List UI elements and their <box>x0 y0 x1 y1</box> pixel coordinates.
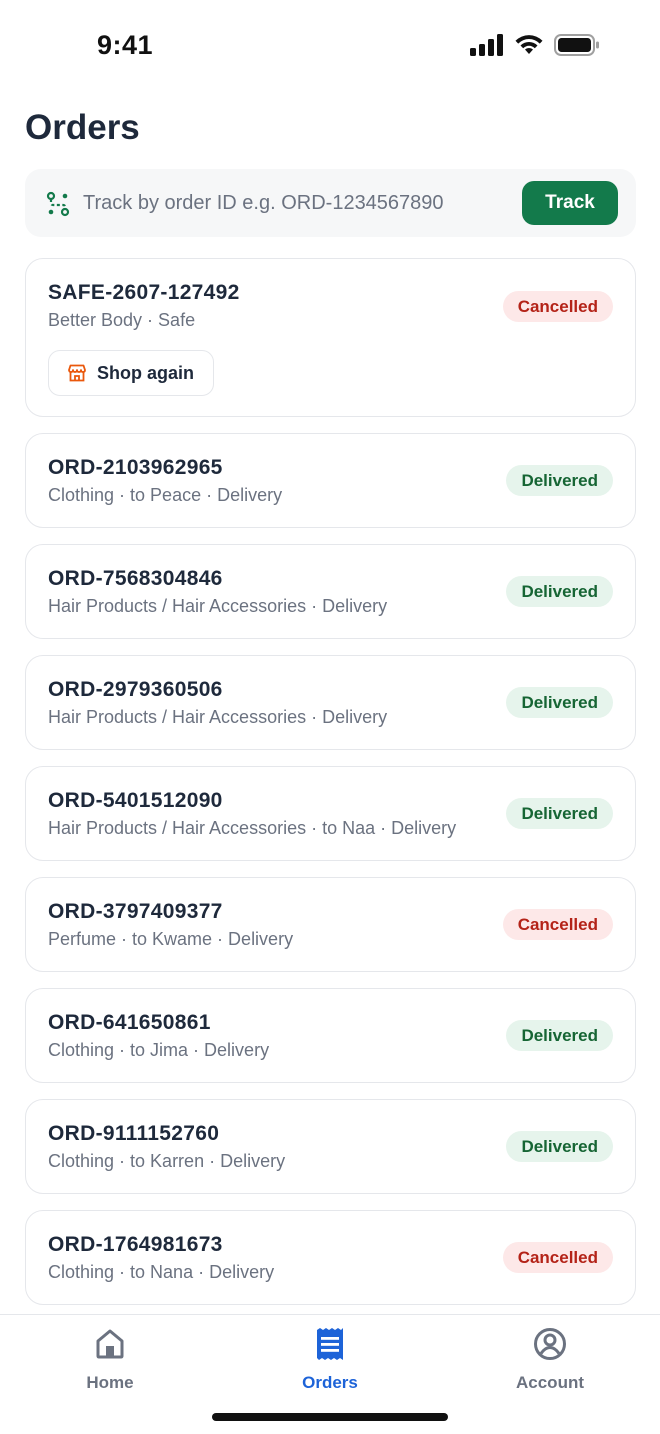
route-icon <box>46 191 70 217</box>
track-order-input[interactable] <box>83 183 503 223</box>
order-card[interactable]: ORD-2979360506 Hair Products / Hair Acce… <box>25 655 636 750</box>
order-card[interactable]: ORD-7568304846 Hair Products / Hair Acce… <box>25 544 636 639</box>
page-title: Orders <box>25 108 140 147</box>
order-subtitle: Better Body · Safe <box>48 310 196 330</box>
order-card[interactable]: ORD-3797409377 Perfume · to Kwame · Deli… <box>25 877 636 972</box>
order-card[interactable]: ORD-641650861 Clothing · to Jima · Deliv… <box>25 988 636 1083</box>
order-card[interactable]: ORD-2103962965 Clothing · to Peace · Del… <box>25 433 636 528</box>
nav-label-home: Home <box>86 1373 134 1392</box>
nav-label-orders: Orders <box>302 1373 358 1392</box>
home-icon <box>96 1329 124 1359</box>
wifi-icon <box>515 35 543 54</box>
status-icons <box>470 34 600 56</box>
order-id: ORD-641650861 <box>48 1011 211 1034</box>
status-badge: Delivered <box>506 798 613 829</box>
order-subtitle: Clothing · to Karren · Delivery <box>48 1151 286 1171</box>
nav-item-account[interactable]: Account <box>480 1327 620 1397</box>
order-id: SAFE-2607-127492 <box>48 281 240 304</box>
order-card[interactable]: ORD-9111152760 Clothing · to Karren · De… <box>25 1099 636 1194</box>
status-badge: Delivered <box>506 687 613 718</box>
nav-item-orders[interactable]: Orders <box>260 1327 400 1397</box>
order-id: ORD-3797409377 <box>48 900 223 923</box>
order-card[interactable]: SAFE-2607-127492 Better Body · Safe Canc… <box>25 258 636 417</box>
nav-item-home[interactable]: Home <box>40 1327 180 1397</box>
home-indicator <box>212 1413 448 1421</box>
status-badge: Cancelled <box>502 291 613 322</box>
order-card[interactable]: ORD-1764981673 Clothing · to Nana · Deli… <box>25 1210 636 1305</box>
order-id: ORD-7568304846 <box>48 567 223 590</box>
order-subtitle: Hair Products / Hair Accessories · to Na… <box>48 818 457 838</box>
order-subtitle: Hair Products / Hair Accessories · Deliv… <box>48 707 388 727</box>
order-list: SAFE-2607-127492 Better Body · Safe Canc… <box>25 258 636 1321</box>
receipt-icon <box>317 1328 343 1360</box>
order-subtitle: Clothing · to Nana · Delivery <box>48 1262 275 1282</box>
track-order-bar: Track <box>25 169 636 237</box>
status-badge: Delivered <box>506 576 613 607</box>
status-badge: Delivered <box>506 1020 613 1051</box>
status-bar: 9:41 <box>0 0 660 94</box>
order-id: ORD-9111152760 <box>48 1122 220 1145</box>
status-badge: Cancelled <box>502 909 613 940</box>
order-id: ORD-2103962965 <box>48 456 223 479</box>
shop-again-label: Shop again <box>97 362 195 383</box>
status-badge: Delivered <box>506 465 613 496</box>
battery-icon <box>554 34 599 56</box>
track-button[interactable]: Track <box>522 181 618 225</box>
order-subtitle: Clothing · to Jima · Delivery <box>48 1040 270 1060</box>
order-card[interactable]: ORD-5401512090 Hair Products / Hair Acce… <box>25 766 636 861</box>
storefront-icon <box>68 364 86 382</box>
order-id: ORD-1764981673 <box>48 1233 223 1256</box>
order-id: ORD-2979360506 <box>48 678 223 701</box>
status-badge: Cancelled <box>502 1242 613 1273</box>
user-circle-icon <box>534 1328 566 1360</box>
nav-label-account: Account <box>516 1373 584 1392</box>
orders-screen: 9:41 Orders Track by order ID e.g. ORD-1… <box>0 0 660 1434</box>
order-subtitle: Clothing · to Peace · Delivery <box>48 485 283 505</box>
cellular-signal-icon <box>470 34 503 56</box>
shop-again-button[interactable]: Shop again <box>48 350 214 396</box>
order-subtitle: Hair Products / Hair Accessories · Deliv… <box>48 596 388 616</box>
status-badge: Delivered <box>506 1131 613 1162</box>
status-time: 9:41 <box>97 30 154 60</box>
order-subtitle: Perfume · to Kwame · Delivery <box>48 929 294 949</box>
order-id: ORD-5401512090 <box>48 789 223 812</box>
